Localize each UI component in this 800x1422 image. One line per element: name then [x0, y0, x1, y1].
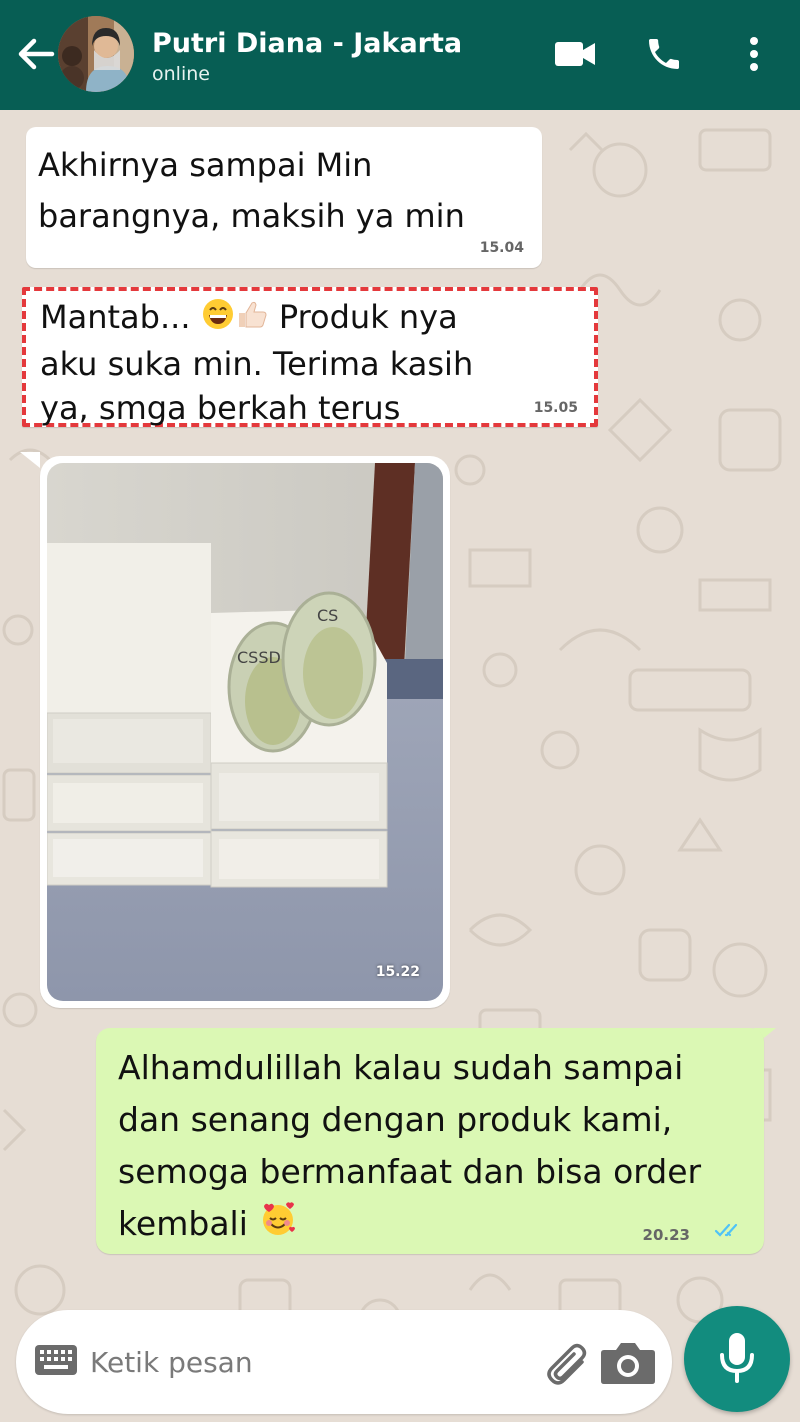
mic-icon: [720, 1333, 754, 1383]
message-composer: [16, 1310, 672, 1414]
thumbs-up-emoji: [235, 297, 269, 342]
mic-button[interactable]: [684, 1306, 790, 1412]
attach-icon[interactable]: [542, 1336, 590, 1388]
keyboard-icon[interactable]: [34, 1344, 78, 1380]
message-time: 15.04: [479, 240, 524, 256]
message-line-part: Mantab...: [40, 298, 191, 336]
message-time: 20.23: [642, 1226, 690, 1244]
shared-photo[interactable]: CSSD CS: [47, 463, 443, 1001]
message-line: kembali: [118, 1198, 701, 1253]
outgoing-message[interactable]: Alhamdulillah kalau sudah sampai dan sen…: [96, 1028, 764, 1254]
message-text: Mantab... Produk nya aku suka min. Terim…: [40, 295, 473, 430]
back-arrow-icon[interactable]: [14, 32, 58, 76]
incoming-image-message[interactable]: CSSD CS 15.22: [40, 456, 450, 1008]
bubble-tail: [20, 452, 40, 468]
message-time: 15.22: [375, 964, 420, 980]
more-vertical-icon[interactable]: [730, 30, 778, 78]
grinning-face-emoji: [201, 297, 235, 342]
contact-avatar[interactable]: [58, 16, 134, 92]
chat-header: Putri Diana - Jakarta online: [0, 0, 800, 110]
incoming-message[interactable]: Akhirnya sampai Min barangnya, maksih ya…: [26, 127, 542, 268]
message-line: Mantab... Produk nya: [40, 295, 473, 342]
message-line: barangnya, maksih ya min: [38, 197, 465, 235]
video-call-icon[interactable]: [551, 30, 599, 78]
message-line: dan senang dengan produk kami,: [118, 1100, 673, 1139]
message-line: semoga bermanfaat dan bisa order: [118, 1152, 702, 1191]
camera-icon[interactable]: [600, 1340, 656, 1386]
message-line-part: kembali: [118, 1204, 248, 1243]
message-line: Alhamdulillah kalau sudah sampai: [118, 1048, 684, 1087]
message-text: Akhirnya sampai Min barangnya, maksih ya…: [38, 140, 465, 242]
contact-name[interactable]: Putri Diana - Jakarta: [152, 28, 462, 59]
highlighted-incoming-message[interactable]: Mantab... Produk nya aku suka min. Terim…: [22, 287, 598, 427]
read-receipt-icon: [714, 1222, 744, 1242]
message-line-part: Produk nya: [278, 298, 458, 336]
message-text: Alhamdulillah kalau sudah sampai dan sen…: [118, 1042, 701, 1253]
message-input[interactable]: [90, 1338, 530, 1386]
message-line: Akhirnya sampai Min: [38, 146, 373, 184]
smiling-face-with-hearts-emoji: [258, 1198, 298, 1253]
phone-icon[interactable]: [640, 30, 688, 78]
contact-status: online: [152, 63, 210, 85]
message-time: 15.05: [533, 400, 578, 416]
message-line: ya, smga berkah terus: [40, 388, 401, 427]
svg-text:CSSD: CSSD: [237, 648, 281, 667]
message-line: aku suka min. Terima kasih: [40, 344, 474, 383]
svg-text:CS: CS: [317, 606, 338, 625]
